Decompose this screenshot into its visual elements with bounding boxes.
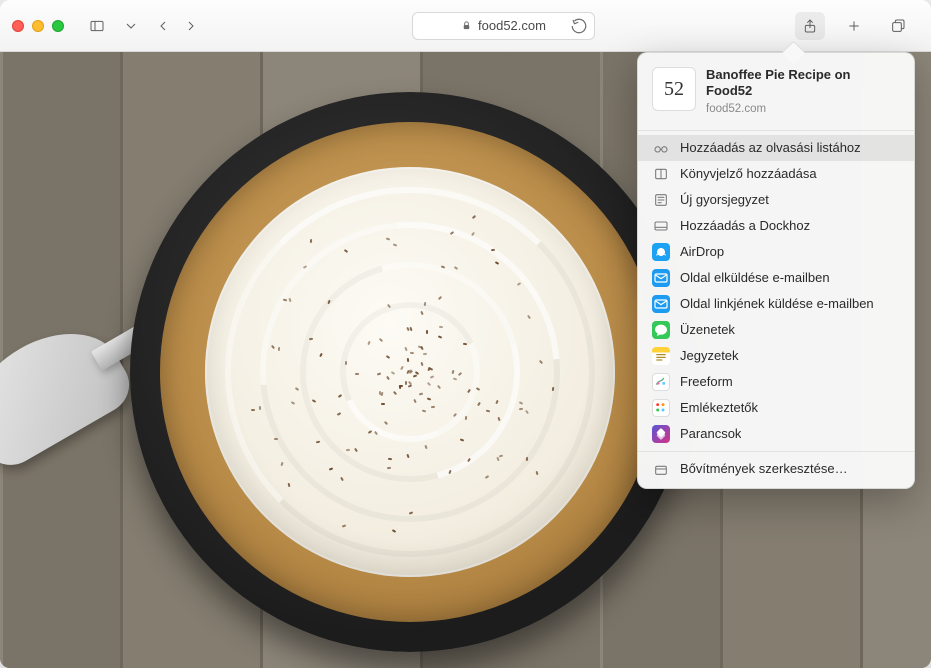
close-window-button[interactable] bbox=[12, 20, 24, 32]
messages-icon bbox=[652, 321, 670, 339]
reload-button[interactable] bbox=[570, 17, 588, 35]
share-item-link[interactable]: Oldal linkjének küldése e-mailben bbox=[638, 291, 914, 317]
separator bbox=[638, 130, 914, 131]
edit-extensions-item[interactable]: Bővítmények szerkesztése… bbox=[638, 456, 914, 482]
quicknote-icon bbox=[652, 191, 670, 209]
tab-overview-button[interactable] bbox=[883, 12, 913, 40]
share-item-list: Hozzáadás az olvasási listához Könyvjelző… bbox=[638, 135, 914, 447]
notes-icon bbox=[652, 347, 670, 365]
glasses-icon bbox=[652, 139, 670, 157]
share-item-shortcuts[interactable]: Parancsok bbox=[638, 421, 914, 447]
share-item-bookmark[interactable]: Könyvjelző hozzáadása bbox=[638, 161, 914, 187]
forward-button[interactable] bbox=[178, 12, 204, 40]
share-item-label: Freeform bbox=[680, 374, 733, 389]
pie-image bbox=[130, 92, 690, 652]
share-item-label: Parancsok bbox=[680, 426, 741, 441]
share-item-label: AirDrop bbox=[680, 244, 724, 259]
airdrop-icon bbox=[652, 243, 670, 261]
share-item-label: Emlékeztetők bbox=[680, 400, 758, 415]
share-item-glasses[interactable]: Hozzáadás az olvasási listához bbox=[638, 135, 914, 161]
share-item-airdrop[interactable]: AirDrop bbox=[638, 239, 914, 265]
freeform-icon bbox=[652, 373, 670, 391]
share-header: 52 Banoffee Pie Recipe on Food52 food52.… bbox=[638, 63, 914, 126]
separator bbox=[638, 451, 914, 452]
shortcuts-icon bbox=[652, 425, 670, 443]
share-item-label: Oldal elküldése e-mailben bbox=[680, 270, 830, 285]
share-subtitle: food52.com bbox=[706, 102, 900, 116]
chevron-right-icon bbox=[183, 18, 199, 34]
link-icon bbox=[652, 295, 670, 313]
window-controls bbox=[12, 20, 64, 32]
share-item-label: Üzenetek bbox=[680, 322, 735, 337]
share-item-notes[interactable]: Jegyzetek bbox=[638, 343, 914, 369]
share-item-quicknote[interactable]: Új gyorsjegyzet bbox=[638, 187, 914, 213]
share-item-label: Hozzáadás a Dockhoz bbox=[680, 218, 810, 233]
plus-icon bbox=[846, 18, 862, 34]
address-text: food52.com bbox=[478, 18, 546, 33]
share-item-label: Könyvjelző hozzáadása bbox=[680, 166, 817, 181]
sidebar-menu-button[interactable] bbox=[122, 12, 140, 40]
extension-icon bbox=[652, 460, 670, 478]
share-icon bbox=[802, 18, 818, 34]
chevron-down-icon bbox=[123, 18, 139, 34]
share-item-freeform[interactable]: Freeform bbox=[638, 369, 914, 395]
share-item-reminders[interactable]: Emlékeztetők bbox=[638, 395, 914, 421]
reload-icon bbox=[570, 17, 588, 35]
share-item-mail[interactable]: Oldal elküldése e-mailben bbox=[638, 265, 914, 291]
minimize-window-button[interactable] bbox=[32, 20, 44, 32]
share-popover: 52 Banoffee Pie Recipe on Food52 food52.… bbox=[637, 52, 915, 489]
tabs-icon bbox=[890, 18, 906, 34]
sidebar-icon bbox=[89, 18, 105, 34]
share-button[interactable] bbox=[795, 12, 825, 40]
share-item-dock[interactable]: Hozzáadás a Dockhoz bbox=[638, 213, 914, 239]
edit-extensions-label: Bővítmények szerkesztése… bbox=[680, 461, 848, 476]
share-item-label: Oldal linkjének küldése e-mailben bbox=[680, 296, 874, 311]
address-bar[interactable]: food52.com bbox=[412, 12, 594, 40]
reminders-icon bbox=[652, 399, 670, 417]
sidebar-toggle-button[interactable] bbox=[82, 12, 112, 40]
chevron-left-icon bbox=[155, 18, 171, 34]
safari-window: food52.com bbox=[0, 0, 931, 668]
share-item-label: Új gyorsjegyzet bbox=[680, 192, 769, 207]
lock-icon bbox=[461, 20, 472, 31]
bookmark-icon bbox=[652, 165, 670, 183]
fullscreen-window-button[interactable] bbox=[52, 20, 64, 32]
back-button[interactable] bbox=[150, 12, 176, 40]
share-item-label: Hozzáadás az olvasási listához bbox=[680, 140, 861, 155]
dock-icon bbox=[652, 217, 670, 235]
share-item-label: Jegyzetek bbox=[680, 348, 739, 363]
share-title: Banoffee Pie Recipe on Food52 bbox=[706, 67, 900, 100]
mail-icon bbox=[652, 269, 670, 287]
share-thumbnail: 52 bbox=[652, 67, 696, 111]
new-tab-button[interactable] bbox=[839, 12, 869, 40]
share-item-messages[interactable]: Üzenetek bbox=[638, 317, 914, 343]
